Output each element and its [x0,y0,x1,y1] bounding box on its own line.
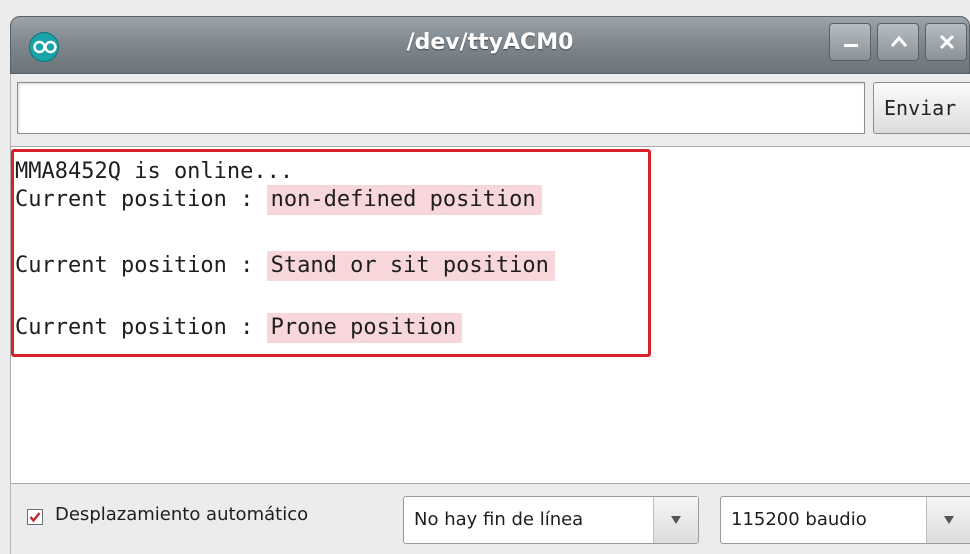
serial-output-area[interactable]: MMA8452Q is online... Current position :… [10,146,970,484]
checkmark-icon [29,512,41,523]
output-line: MMA8452Q is online... [15,157,293,187]
maximize-icon [890,35,908,47]
baud-rate-select[interactable]: 115200 baudio [720,496,970,544]
baud-rate-value: 115200 baudio [731,509,867,530]
chevron-down-icon [944,516,954,524]
output-line: Current position : Stand or sit position [15,251,555,281]
output-text: Current position : [15,315,267,340]
window-title: /dev/ttyACM0 [406,30,574,55]
line-ending-value: No hay fin de línea [414,509,584,530]
output-line: Current position : Prone position [15,313,463,343]
output-text: MMA8452Q is online... [15,159,294,184]
serial-send-input[interactable] [17,82,865,134]
close-icon [939,34,955,50]
chevron-down-icon [671,516,681,524]
output-text: Current position : [15,253,267,278]
output-text: Current position : [15,187,267,212]
maximize-button[interactable] [877,23,919,61]
send-button[interactable]: Enviar [873,82,970,134]
highlighted-position-value: non-defined position [266,185,542,215]
close-button[interactable] [925,23,967,61]
autoscroll-label[interactable]: Desplazamiento automático [55,504,308,525]
title-bar[interactable]: /dev/ttyACM0 [10,16,970,74]
highlighted-position-value: Prone position [266,313,463,343]
baud-rate-dropdown-arrow[interactable] [926,497,970,543]
line-ending-select[interactable]: No hay fin de línea [403,496,699,544]
output-line: Current position : non-defined position [15,185,542,215]
minimize-icon [844,44,858,47]
highlighted-position-value: Stand or sit position [266,251,555,281]
send-row: Enviar [10,74,970,146]
minimize-button[interactable] [829,23,871,61]
autoscroll-checkbox[interactable] [27,509,43,525]
serial-monitor-window: /dev/ttyACM0 Enviar MMA8452Q is online..… [0,0,970,554]
bottom-toolbar: Desplazamiento automático No hay fin de … [10,484,970,554]
line-ending-dropdown-arrow[interactable] [653,497,698,543]
